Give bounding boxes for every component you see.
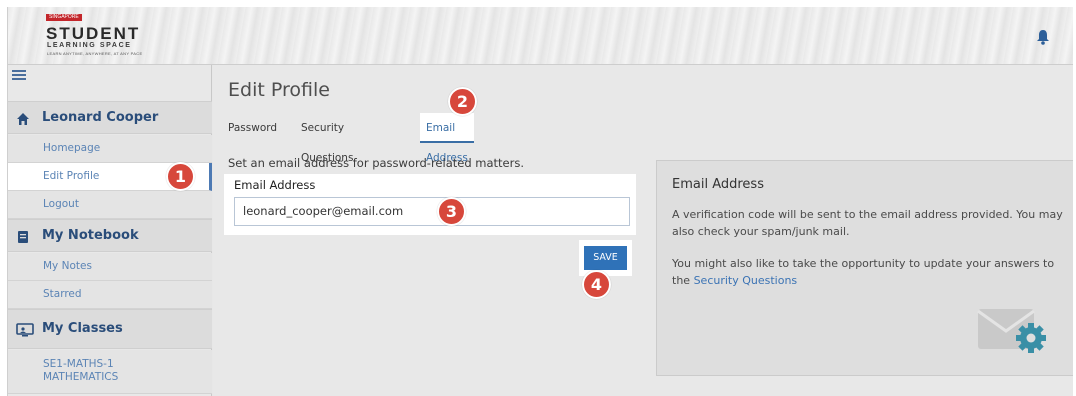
sidebar-item-my-notes[interactable]: My Notes bbox=[8, 253, 212, 281]
sidebar-item-label: SE1-MATHS-1 MATHEMATICS bbox=[43, 358, 118, 384]
sidebar-item-class[interactable]: SE1-MATHS-1 MATHEMATICS bbox=[8, 350, 212, 394]
info-paragraph: A verification code will be sent to the … bbox=[672, 208, 1063, 238]
notebook-icon bbox=[16, 229, 30, 243]
sidebar-section-user[interactable]: Leonard Cooper bbox=[8, 101, 212, 134]
step-marker-1: 1 bbox=[166, 162, 195, 191]
page-title: Edit Profile bbox=[228, 79, 330, 101]
bell-icon[interactable] bbox=[1036, 29, 1050, 45]
logo-tag: SINGAPORE bbox=[46, 14, 82, 21]
email-label: Email Address bbox=[234, 178, 316, 192]
logo-subtitle: LEARNING SPACE bbox=[47, 42, 132, 49]
class-subject: MATHEMATICS bbox=[43, 371, 119, 383]
sidebar-section-classes[interactable]: My Classes bbox=[8, 309, 212, 349]
sidebar-item-label: My Notes bbox=[43, 260, 92, 272]
logo-title: STUDENT bbox=[46, 24, 141, 43]
tab-email-address[interactable]: Email Address bbox=[420, 113, 474, 164]
envelope-gear-icon bbox=[976, 301, 1046, 353]
sidebar-section-title: My Notebook bbox=[42, 228, 139, 243]
save-button-highlight: SAVE bbox=[579, 240, 632, 276]
main-content: Edit Profile Password Security Questions… bbox=[213, 65, 1073, 396]
sidebar-item-starred[interactable]: Starred bbox=[8, 281, 212, 309]
sidebar-section-title: Leonard Cooper bbox=[42, 110, 159, 125]
email-field[interactable]: leonard_cooper@email.com bbox=[234, 197, 630, 226]
intro-text: Set an email address for password-relate… bbox=[228, 156, 525, 170]
tab-security-questions[interactable]: Security Questions bbox=[301, 113, 353, 164]
top-header: SINGAPORE STUDENT LEARNING SPACE LEARN A… bbox=[8, 7, 1073, 65]
info-paragraph-2: You might also like to take the opportun… bbox=[672, 255, 1067, 289]
classroom-icon bbox=[16, 322, 34, 337]
logo-tagline: LEARN ANYTIME, ANYWHERE, AT ANY PACE bbox=[47, 51, 143, 56]
tab-password[interactable]: Password bbox=[228, 113, 277, 143]
class-code: SE1-MATHS-1 bbox=[43, 358, 114, 370]
home-icon bbox=[16, 111, 30, 125]
info-heading: Email Address bbox=[672, 177, 764, 192]
app-window: SINGAPORE STUDENT LEARNING SPACE LEARN A… bbox=[7, 7, 1073, 396]
sidebar-section-notebook[interactable]: My Notebook bbox=[8, 219, 212, 252]
sidebar-item-label: Logout bbox=[43, 198, 79, 210]
sidebar-item-label: Edit Profile bbox=[43, 170, 100, 182]
sidebar: Leonard Cooper Homepage Edit Profile Log… bbox=[8, 65, 212, 396]
sidebar-item-label: Starred bbox=[43, 288, 82, 300]
sidebar-item-homepage[interactable]: Homepage bbox=[8, 135, 212, 163]
sls-logo[interactable]: SINGAPORE STUDENT LEARNING SPACE LEARN A… bbox=[46, 14, 156, 60]
step-marker-3: 3 bbox=[437, 197, 466, 226]
info-panel: Email Address A verification code will b… bbox=[656, 160, 1073, 376]
sidebar-item-label: Homepage bbox=[43, 142, 101, 154]
save-button[interactable]: SAVE bbox=[584, 246, 627, 270]
sidebar-item-logout[interactable]: Logout bbox=[8, 191, 212, 219]
sidebar-section-title: My Classes bbox=[42, 321, 123, 336]
email-form: Email Address leonard_cooper@email.com bbox=[224, 174, 636, 235]
hamburger-icon[interactable] bbox=[12, 70, 26, 80]
step-marker-2: 2 bbox=[448, 87, 477, 116]
step-marker-4: 4 bbox=[582, 270, 611, 299]
security-questions-link[interactable]: Security Questions bbox=[694, 274, 798, 287]
